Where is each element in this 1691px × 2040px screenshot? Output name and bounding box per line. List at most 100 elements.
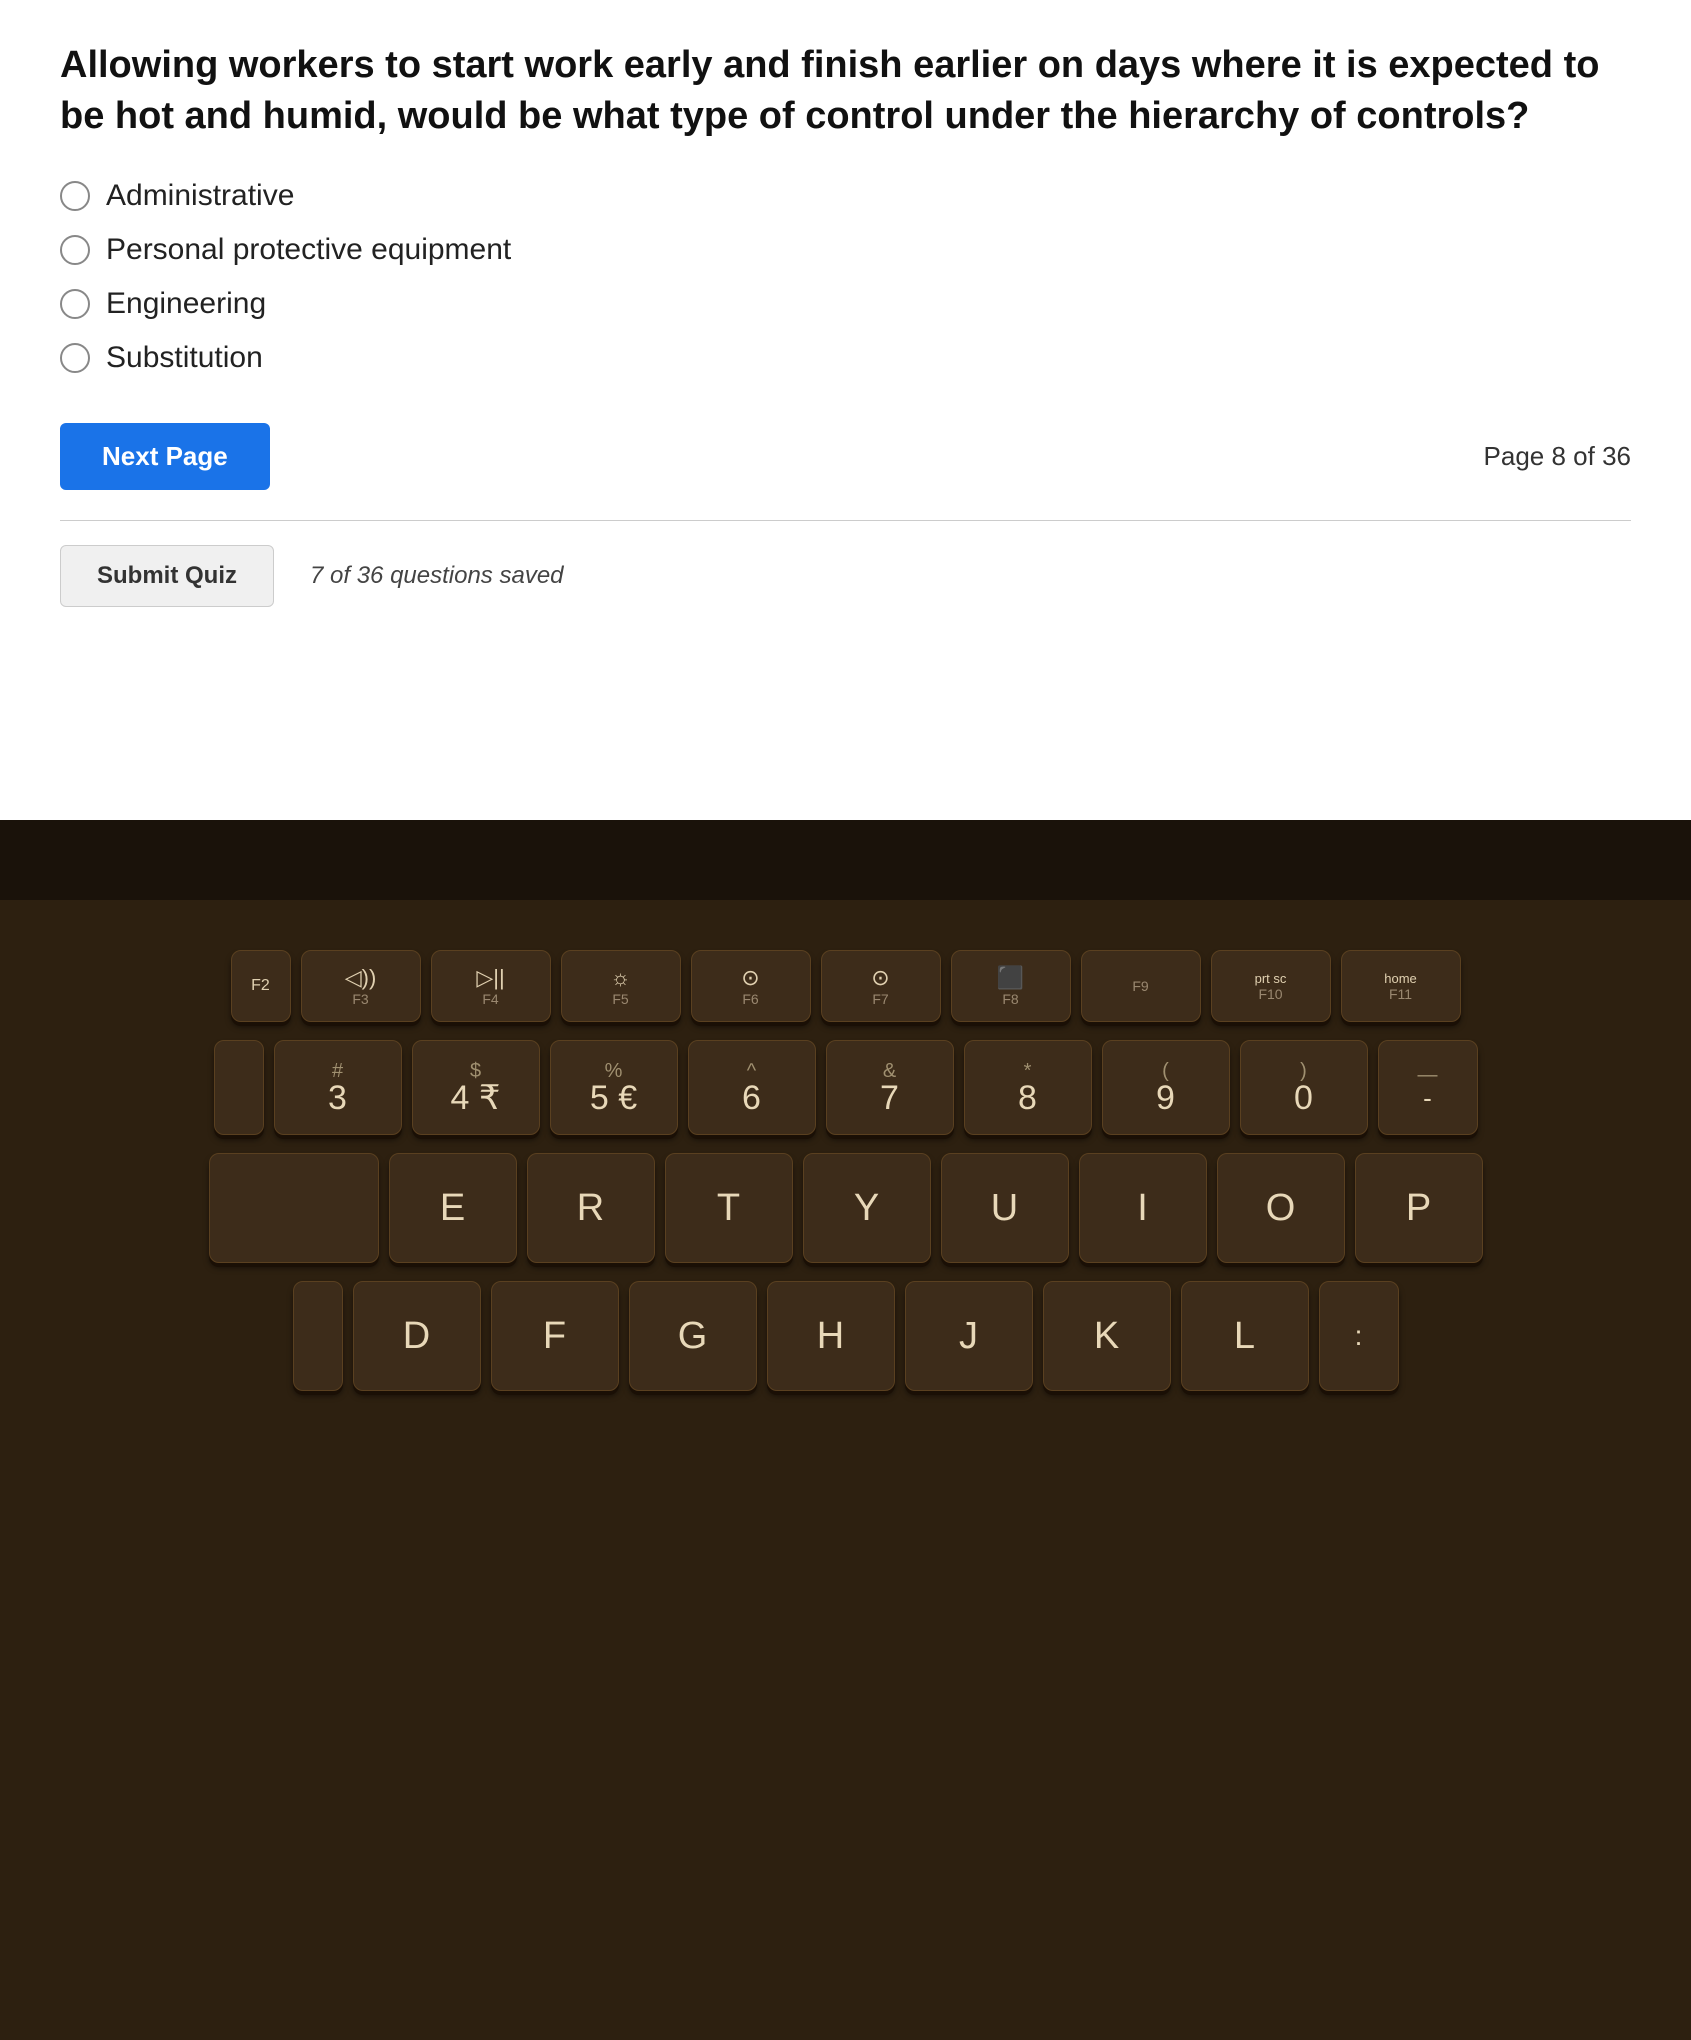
key-d[interactable]: D [353,1281,481,1391]
option-4-label: Substitution [106,341,263,375]
key-f-label: F [543,1315,566,1358]
key-f9[interactable]: F9 [1081,950,1201,1022]
key-e[interactable]: E [389,1153,517,1263]
radio-administrative[interactable] [60,181,90,211]
key-h-label: H [817,1315,844,1358]
key-y[interactable]: Y [803,1153,931,1263]
key-f7-icon: ⊙ [871,965,889,991]
key-wide-left-1[interactable] [209,1153,379,1263]
option-2[interactable]: Personal protective equipment [60,233,1631,267]
key-r-label: R [577,1187,604,1230]
radio-engineering[interactable] [60,289,90,319]
key-o[interactable]: O [1217,1153,1345,1263]
key-7-top: & [883,1061,896,1081]
key-f7[interactable]: ⊙ F7 [821,950,941,1022]
key-minus[interactable]: — - [1378,1040,1478,1135]
key-f3[interactable]: ◁)) F3 [301,950,421,1022]
key-f[interactable]: F [491,1281,619,1391]
key-8-top: * [1024,1061,1032,1081]
option-4[interactable]: Substitution [60,341,1631,375]
key-k[interactable]: K [1043,1281,1171,1391]
key-3-bottom: 3 [328,1081,347,1115]
key-edge-left-2[interactable] [293,1281,343,1391]
key-i[interactable]: I [1079,1153,1207,1263]
key-f5[interactable]: ☼ F5 [561,950,681,1022]
key-4-bottom: 4 ₹ [451,1081,501,1115]
key-f3-label: F3 [352,991,368,1007]
divider [60,520,1631,521]
key-h[interactable]: H [767,1281,895,1391]
option-1[interactable]: Administrative [60,179,1631,213]
key-r[interactable]: R [527,1153,655,1263]
option-3[interactable]: Engineering [60,287,1631,321]
key-f11-label: F11 [1389,986,1412,1002]
page-indicator: Page 8 of 36 [1484,441,1631,472]
key-3[interactable]: # 3 [274,1040,402,1135]
key-colon-label: : [1355,1320,1363,1352]
key-f4-label: F4 [482,991,498,1007]
key-f5-label: F5 [612,991,628,1007]
bottom-row: Submit Quiz 7 of 36 questions saved [60,545,1631,607]
key-7[interactable]: & 7 [826,1040,954,1135]
key-f11[interactable]: home F11 [1341,950,1461,1022]
key-f10-icon: prt sc [1255,971,1287,986]
key-minus-bottom: - [1423,1085,1432,1111]
key-y-label: Y [854,1187,879,1230]
key-4-top: $ [470,1061,481,1081]
key-0-top: ) [1300,1061,1307,1081]
key-8-bottom: 8 [1018,1081,1037,1115]
key-k-label: K [1094,1315,1119,1358]
key-p[interactable]: P [1355,1153,1483,1263]
key-l[interactable]: L [1181,1281,1309,1391]
key-5-top: % [605,1061,623,1081]
key-p-label: P [1406,1187,1431,1230]
key-u[interactable]: U [941,1153,1069,1263]
radio-ppe[interactable] [60,235,90,265]
saved-status: 7 of 36 questions saved [310,562,564,590]
key-f6[interactable]: ⊙ F6 [691,950,811,1022]
key-8[interactable]: * 8 [964,1040,1092,1135]
key-g-label: G [678,1315,708,1358]
key-6-bottom: 6 [742,1081,761,1115]
letter-row-2: D F G H J K L : [20,1281,1671,1391]
key-f10-label: F10 [1258,986,1282,1002]
key-6[interactable]: ^ 6 [688,1040,816,1135]
button-row: Next Page Page 8 of 36 [60,423,1631,490]
key-6-top: ^ [747,1061,756,1081]
key-l-label: L [1234,1315,1255,1358]
key-f2[interactable]: F2 [231,950,291,1022]
key-4[interactable]: $ 4 ₹ [412,1040,540,1135]
option-2-label: Personal protective equipment [106,233,511,267]
keyboard: F2 ◁)) F3 ▷|| F4 ☼ F5 ⊙ F6 ⊙ F7 ⬛ F8 F9 [0,900,1691,2040]
key-f6-label: F6 [742,991,758,1007]
submit-quiz-button[interactable]: Submit Quiz [60,545,274,607]
key-j-label: J [959,1315,978,1358]
option-3-label: Engineering [106,287,266,321]
key-e-label: E [440,1187,465,1230]
radio-substitution[interactable] [60,343,90,373]
key-i-label: I [1137,1187,1148,1230]
key-f8-icon: ⬛ [997,965,1024,991]
key-9-top: ( [1162,1061,1169,1081]
key-7-bottom: 7 [880,1081,899,1115]
num-key-row: # 3 $ 4 ₹ % 5 € ^ 6 & 7 * 8 ( 9 ) 0 [20,1040,1671,1135]
key-5[interactable]: % 5 € [550,1040,678,1135]
key-t[interactable]: T [665,1153,793,1263]
key-f3-icon: ◁)) [345,965,377,991]
key-t-label: T [717,1187,740,1230]
key-9[interactable]: ( 9 [1102,1040,1230,1135]
key-edge-left[interactable] [214,1040,264,1135]
next-page-button[interactable]: Next Page [60,423,270,490]
key-f10[interactable]: prt sc F10 [1211,950,1331,1022]
key-0[interactable]: ) 0 [1240,1040,1368,1135]
key-f4[interactable]: ▷|| F4 [431,950,551,1022]
key-colon[interactable]: : [1319,1281,1399,1391]
key-g[interactable]: G [629,1281,757,1391]
key-f4-icon: ▷|| [476,965,504,991]
key-j[interactable]: J [905,1281,1033,1391]
option-1-label: Administrative [106,179,294,213]
key-f8[interactable]: ⬛ F8 [951,950,1071,1022]
key-f8-label: F8 [1002,991,1018,1007]
key-f11-icon: home [1384,971,1417,986]
fn-key-row: F2 ◁)) F3 ▷|| F4 ☼ F5 ⊙ F6 ⊙ F7 ⬛ F8 F9 [20,950,1671,1022]
